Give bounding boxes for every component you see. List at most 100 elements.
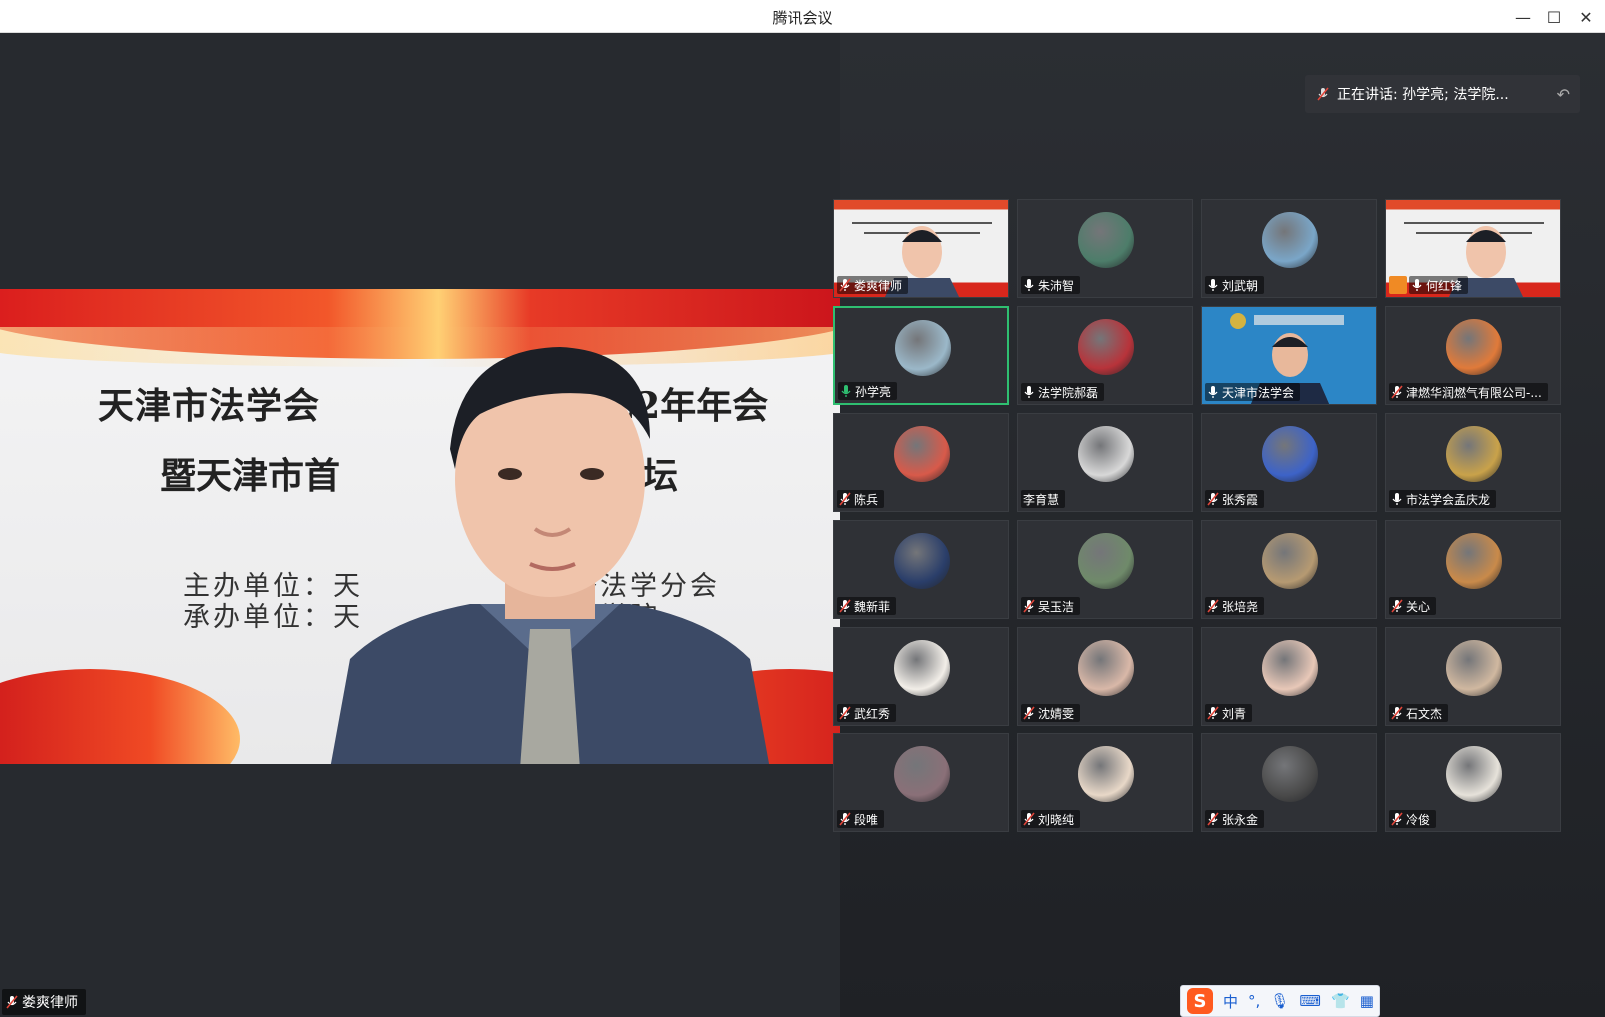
avatar [1446,640,1502,696]
window-title: 腾讯会议 [772,9,833,27]
participant-name: 李育慧 [1023,492,1060,507]
microphone-icon[interactable]: 🎙 [1270,992,1289,1010]
participant-name: 天津市法学会 [1222,385,1295,400]
avatar [1446,319,1502,375]
participant-tile[interactable]: 陈兵 [833,413,1009,512]
participant-name-tag: 天津市法学会 [1205,383,1301,401]
mic-icon [1208,386,1218,398]
participant-tile[interactable]: 魏新菲 [833,520,1009,619]
participant-name-tag: 刘青 [1205,704,1253,722]
mic-icon [1392,493,1402,505]
participant-name-tag: 武红秀 [837,704,897,722]
muted-mic-icon [839,492,851,506]
participant-name-tag: 孙学亮 [838,382,898,400]
participant-tile[interactable]: 石文杰 [1385,627,1561,726]
participant-name-tag: 刘武朝 [1205,276,1265,294]
ime-mode-toggle[interactable]: 中 [1223,991,1238,1012]
sogou-logo-icon[interactable]: S [1187,988,1213,1014]
participant-name-tag: 段唯 [837,810,885,828]
avatar [1262,533,1318,589]
participant-tile[interactable]: 刘青 [1201,627,1377,726]
participant-tile[interactable]: 张秀霞 [1201,413,1377,512]
participant-name-tag: 刘晓纯 [1021,810,1081,828]
participant-tile[interactable]: 孙学亮 [833,306,1009,405]
participant-tile[interactable]: 关心 [1385,520,1561,619]
maximize-button[interactable]: ☐ [1541,4,1567,30]
avatar [1078,426,1134,482]
participant-tile[interactable]: 何红锋 [1385,199,1561,298]
participant-tile[interactable]: 刘晓纯 [1017,733,1193,832]
participant-tile[interactable]: 吴玉洁 [1017,520,1193,619]
toolbox-icon[interactable]: ▦ [1360,992,1374,1010]
participant-name-tag: 张永金 [1205,810,1265,828]
participant-name: 刘青 [1222,706,1247,721]
participant-name: 冷俊 [1406,812,1431,827]
muted-mic-icon [1391,812,1403,826]
participant-name: 孙学亮 [855,384,892,399]
avatar [1078,533,1134,589]
avatar [895,320,951,376]
participant-name: 张培尧 [1222,599,1259,614]
participant-name-tag: 朱沛智 [1021,276,1081,294]
avatar [894,533,950,589]
participant-name-tag: 吴玉洁 [1021,597,1081,615]
participant-tile[interactable]: 冷俊 [1385,733,1561,832]
participant-tile[interactable]: 刘武朝 [1201,199,1377,298]
host-badge-icon [1389,276,1407,294]
participant-tile[interactable]: 张培尧 [1201,520,1377,619]
participant-name: 陈兵 [854,492,879,507]
participant-name-tag: 冷俊 [1389,810,1437,828]
mic-icon [1208,279,1218,291]
participant-name-tag: 何红锋 [1409,276,1469,294]
keyboard-icon[interactable]: ⌨ [1299,992,1321,1010]
participant-tile[interactable]: 李育慧 [1017,413,1193,512]
mic-icon [841,385,851,397]
participant-tile[interactable]: 津燃华润燃气有限公司-... [1385,306,1561,405]
participant-name: 沈婧雯 [1038,706,1075,721]
avatar [1078,319,1134,375]
avatar [1262,212,1318,268]
main-video-stream: 天津市法学会 2022年年会 暨天津市首 观论坛 主办单位：天 经济法学分会 承… [0,289,840,764]
participant-tile[interactable]: 法学院郝磊 [1017,306,1193,405]
avatar [1262,426,1318,482]
participant-name-tag: 沈婧雯 [1021,704,1081,722]
avatar [1446,533,1502,589]
share-arrow-icon[interactable]: ↶ [1557,85,1570,104]
main-video-participant-name: 娄爽律师 [22,995,78,1011]
ime-punctuation-toggle[interactable]: °, [1248,992,1260,1010]
slide-banner-bottom-left [0,669,240,764]
participant-name-tag: 张培尧 [1205,597,1265,615]
participant-tile[interactable]: 朱沛智 [1017,199,1193,298]
participant-name-tag: 娄爽律师 [837,276,909,294]
participant-name: 市法学会孟庆龙 [1406,492,1491,507]
speaker-person-image [330,347,770,764]
mic-icon [1024,279,1034,291]
avatar [1078,640,1134,696]
speaking-label: 正在讲话: 孙学亮; 法学院... [1337,87,1509,103]
main-video-area[interactable]: 天津市法学会 2022年年会 暨天津市首 观论坛 主办单位：天 经济法学分会 承… [0,33,840,1017]
participant-tile[interactable]: 娄爽律师 [833,199,1009,298]
participant-tile[interactable]: 段唯 [833,733,1009,832]
avatar [894,746,950,802]
participant-tile[interactable]: 天津市法学会 [1201,306,1377,405]
participant-tile[interactable]: 张永金 [1201,733,1377,832]
participant-name: 刘武朝 [1222,278,1259,293]
skin-icon[interactable]: 👕 [1331,992,1350,1010]
avatar [894,640,950,696]
minimize-button[interactable]: — [1510,4,1536,30]
participant-name: 何红锋 [1426,278,1463,293]
mic-icon [1024,386,1034,398]
participant-name-tag: 魏新菲 [837,597,897,615]
participant-tile[interactable]: 沈婧雯 [1017,627,1193,726]
participant-tile[interactable]: 武红秀 [833,627,1009,726]
muted-mic-icon [839,812,851,826]
participant-tile[interactable]: 市法学会孟庆龙 [1385,413,1561,512]
ime-toolbar[interactable]: S 中 °, 🎙 ⌨ 👕 ▦ [1180,985,1380,1017]
participant-name: 魏新菲 [854,599,891,614]
speaking-mic-icon [1317,87,1329,101]
participant-name: 张秀霞 [1222,492,1259,507]
title-bar: 腾讯会议 — ☐ ✕ [0,0,1605,33]
close-button[interactable]: ✕ [1573,4,1599,30]
participant-name: 法学院郝磊 [1038,385,1099,400]
muted-mic-icon [1023,706,1035,720]
